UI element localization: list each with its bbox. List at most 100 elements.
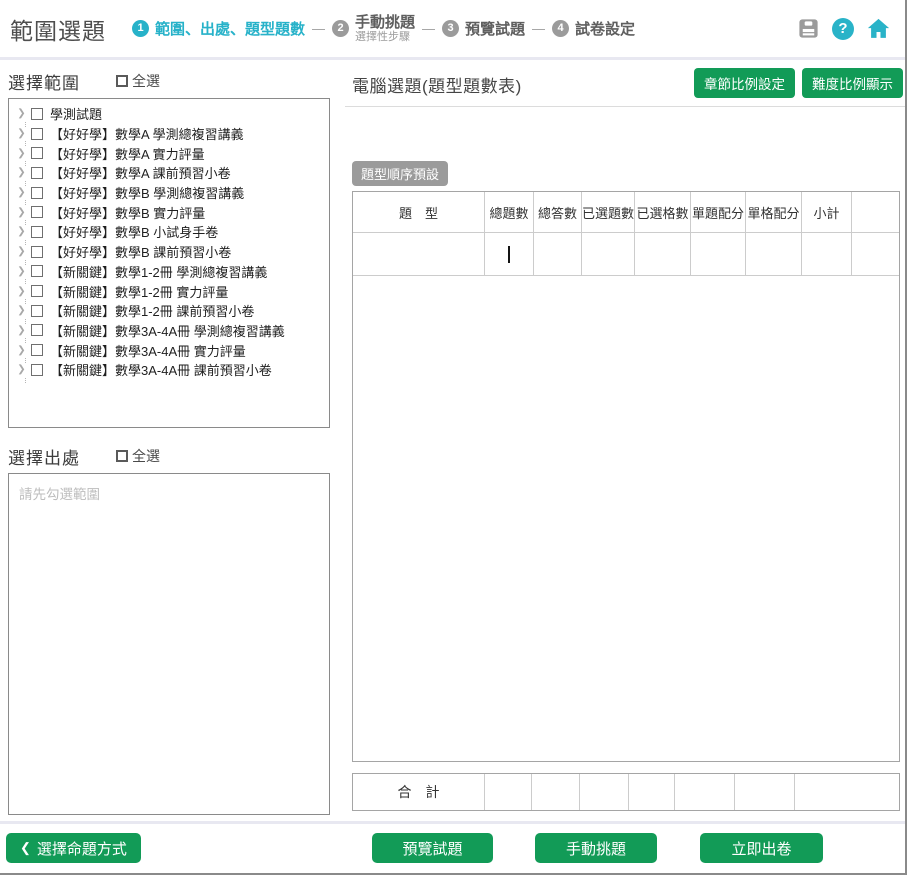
tree-item-checkbox[interactable]	[31, 364, 43, 376]
step-separator: —	[532, 21, 545, 36]
step-1-badge: 1	[132, 20, 149, 37]
question-panel-title: 電腦選題(題型題數表)	[352, 72, 522, 97]
tree-item[interactable]: ❯ 【新關鍵】數學1-2冊 學測總複習講義	[14, 262, 329, 282]
source-select-all[interactable]: 全選	[116, 446, 160, 466]
back-to-question-mode-button[interactable]: ❮ 選擇命題方式	[6, 833, 141, 863]
tree-item-checkbox[interactable]	[31, 226, 43, 238]
expand-chevron-icon[interactable]: ❯	[14, 226, 29, 237]
difficulty-ratio-button[interactable]: 難度比例顯示	[802, 68, 903, 98]
tree-item[interactable]: ❯ 【新關鍵】數學3A-4A冊 實力評量	[14, 340, 329, 360]
tree-item-label[interactable]: 【好好學】數學B 課前預習小卷	[50, 242, 231, 261]
tree-item[interactable]: ❯ 【新關鍵】數學3A-4A冊 課前預習小卷	[14, 360, 329, 380]
tree-item[interactable]: ❯ 【好好學】數學B 課前預習小卷	[14, 242, 329, 262]
source-list: 請先勾選範圍	[8, 473, 330, 815]
tree-item[interactable]: ❯ 【好好學】數學B 實力評量	[14, 202, 329, 222]
tree-item-checkbox[interactable]	[31, 246, 43, 258]
expand-chevron-icon[interactable]: ❯	[14, 167, 29, 178]
step-1-range[interactable]: 1 範圍、出處、題型題數	[132, 18, 305, 39]
source-placeholder: 請先勾選範圍	[19, 487, 100, 502]
expand-chevron-icon[interactable]: ❯	[14, 187, 29, 198]
expand-chevron-icon[interactable]: ❯	[14, 108, 29, 119]
text-caret	[508, 246, 510, 263]
expand-chevron-icon[interactable]: ❯	[14, 266, 29, 277]
tree-item-label[interactable]: 【好好學】數學A 課前預習小卷	[50, 163, 231, 182]
tree-item[interactable]: ❯ 【好好學】數學B 學測總複習講義	[14, 183, 329, 203]
tree-item-label[interactable]: 【新關鍵】數學3A-4A冊 學測總複習講義	[50, 321, 285, 340]
table-input-cell[interactable]	[533, 233, 581, 275]
home-icon[interactable]	[866, 16, 891, 41]
column-header: 已選題數	[581, 192, 634, 232]
tree-item-label[interactable]: 【新關鍵】數學1-2冊 課前預習小卷	[50, 301, 254, 320]
tree-item-label[interactable]: 【新關鍵】數學1-2冊 學測總複習講義	[50, 262, 267, 281]
step-3-preview[interactable]: 3 預覽試題	[442, 18, 525, 39]
table-input-cell[interactable]	[690, 233, 745, 275]
table-input-cell[interactable]	[581, 233, 634, 275]
totals-cell	[484, 774, 531, 810]
source-select-all-checkbox[interactable]	[116, 450, 128, 462]
tree-item-label[interactable]: 【新關鍵】數學3A-4A冊 課前預習小卷	[50, 360, 272, 379]
tree-item[interactable]: ❯ 【新關鍵】數學1-2冊 實力評量	[14, 281, 329, 301]
range-select-all[interactable]: 全選	[116, 71, 160, 91]
expand-chevron-icon[interactable]: ❯	[14, 325, 29, 336]
question-type-table: 題 型總題數總答數已選題數已選格數單題配分單格配分小計	[352, 191, 900, 762]
table-header-row: 題 型總題數總答數已選題數已選格數單題配分單格配分小計	[353, 192, 899, 233]
manual-pick-button[interactable]: 手動挑題	[535, 833, 657, 863]
help-icon[interactable]: ?	[832, 18, 854, 40]
tree-item-label[interactable]: 【新關鍵】數學3A-4A冊 實力評量	[50, 341, 246, 360]
tree-item-label[interactable]: 【好好學】數學A 學測總複習講義	[50, 124, 244, 143]
tree-item[interactable]: ❯ 【好好學】數學A 學測總複習講義	[14, 124, 329, 144]
tree-item-label[interactable]: 【好好學】數學B 實力評量	[50, 203, 205, 222]
tree-item[interactable]: ❯ 【好好學】數學A 實力評量	[14, 143, 329, 163]
tree-item[interactable]: ❯ 學測試題	[14, 104, 329, 124]
tree-item-checkbox[interactable]	[31, 285, 43, 297]
tree-item-checkbox[interactable]	[31, 305, 43, 317]
step-4-label: 試卷設定	[575, 18, 635, 39]
expand-chevron-icon[interactable]: ❯	[14, 148, 29, 159]
source-panel-title: 選擇出處	[8, 444, 80, 469]
tree-item[interactable]: ❯ 【好好學】數學A 課前預習小卷	[14, 163, 329, 183]
tree-item-label[interactable]: 【新關鍵】數學1-2冊 實力評量	[50, 282, 228, 301]
expand-chevron-icon[interactable]: ❯	[14, 207, 29, 218]
tree-item-label[interactable]: 【好好學】數學A 實力評量	[50, 144, 205, 163]
expand-chevron-icon[interactable]: ❯	[14, 364, 29, 375]
tree-item-checkbox[interactable]	[31, 344, 43, 356]
save-icon[interactable]	[797, 17, 820, 40]
generate-paper-button[interactable]: 立即出卷	[700, 833, 823, 863]
tree-item[interactable]: ❯ 【好好學】數學B 小試身手卷	[14, 222, 329, 242]
preview-questions-button[interactable]: 預覽試題	[372, 833, 493, 863]
tree-item-checkbox[interactable]	[31, 167, 43, 179]
tree-item-label[interactable]: 學測試題	[50, 104, 102, 123]
table-input-cell[interactable]	[745, 233, 801, 275]
table-input-cell[interactable]	[353, 233, 484, 275]
column-header: 總答數	[533, 192, 581, 232]
expand-chevron-icon[interactable]: ❯	[14, 128, 29, 139]
tree-item-checkbox[interactable]	[31, 265, 43, 277]
tree-item[interactable]: ❯ 【新關鍵】數學1-2冊 課前預習小卷	[14, 301, 329, 321]
tree-item-checkbox[interactable]	[31, 206, 43, 218]
tree-item-label[interactable]: 【好好學】數學B 學測總複習講義	[50, 183, 244, 202]
tree-item-checkbox[interactable]	[31, 324, 43, 336]
tree-item-checkbox[interactable]	[31, 147, 43, 159]
expand-chevron-icon[interactable]: ❯	[14, 286, 29, 297]
type-order-preset-button[interactable]: 題型順序預設	[352, 161, 448, 186]
step-2-manual-pick[interactable]: 2 手動挑題 選擇性步驟	[332, 14, 415, 44]
step-3-label: 預覽試題	[465, 18, 525, 39]
tree-item[interactable]: ❯ 【新關鍵】數學3A-4A冊 學測總複習講義	[14, 321, 329, 341]
chapter-ratio-button[interactable]: 章節比例設定	[694, 68, 795, 98]
top-header: 範圍選題 1 範圍、出處、題型題數 — 2 手動挑題 選擇性步驟 — 3 預覽試…	[0, 0, 905, 60]
table-input-cell[interactable]	[484, 233, 533, 275]
table-input-cell[interactable]	[801, 233, 851, 275]
step-4-badge: 4	[552, 20, 569, 37]
range-select-all-checkbox[interactable]	[116, 75, 128, 87]
tree-item-checkbox[interactable]	[31, 128, 43, 140]
step-4-paper-settings[interactable]: 4 試卷設定	[552, 18, 635, 39]
tree-item-label[interactable]: 【好好學】數學B 小試身手卷	[50, 222, 218, 241]
expand-chevron-icon[interactable]: ❯	[14, 305, 29, 316]
expand-chevron-icon[interactable]: ❯	[14, 246, 29, 257]
left-sidebar: 選擇範圍 全選 ❯學測試題❯【好好學】數學A 學測總複習講義❯【好好學】數學A …	[8, 68, 330, 821]
table-input-cell[interactable]	[851, 233, 899, 275]
tree-item-checkbox[interactable]	[31, 187, 43, 199]
expand-chevron-icon[interactable]: ❯	[14, 345, 29, 356]
tree-item-checkbox[interactable]	[31, 108, 43, 120]
table-input-cell[interactable]	[634, 233, 690, 275]
